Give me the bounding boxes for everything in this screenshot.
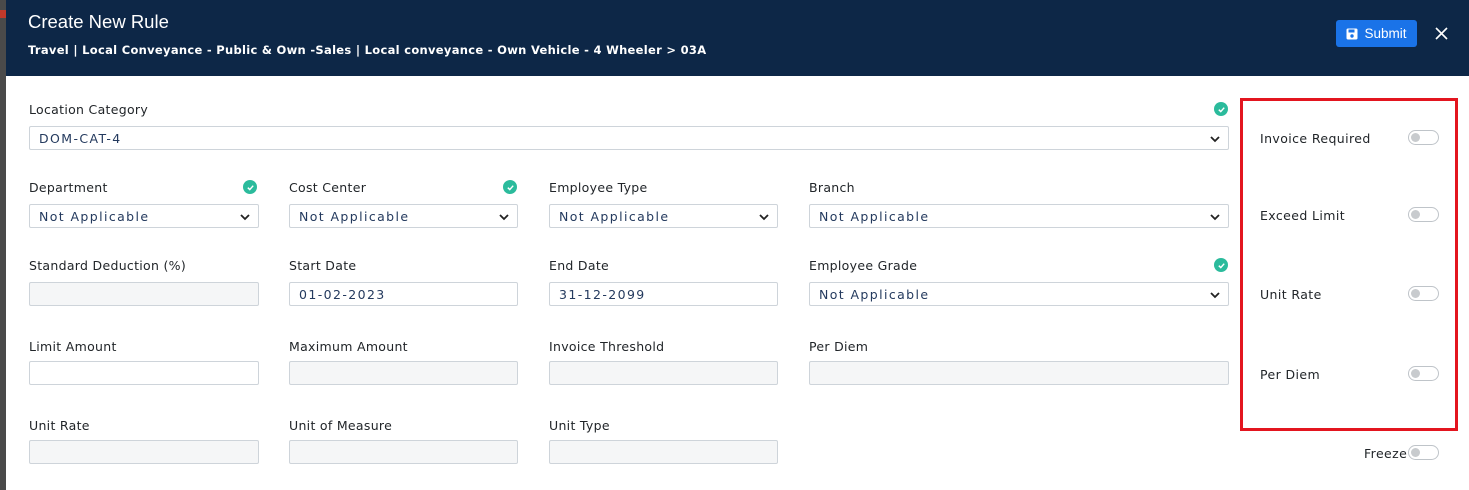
standard-deduction-label: Standard Deduction (%)	[29, 258, 187, 273]
unit-rate-toggle[interactable]	[1408, 286, 1439, 301]
unit-of-measure-label: Unit of Measure	[289, 418, 393, 433]
toggle-knob	[1411, 133, 1420, 142]
employee-type-value: Not Applicable	[559, 208, 670, 224]
submit-button[interactable]: Submit	[1336, 20, 1417, 47]
location-category-label: Location Category	[29, 102, 149, 117]
cost-center-label: Cost Center	[289, 180, 367, 195]
invoice-threshold-label: Invoice Threshold	[549, 339, 665, 354]
toggle-knob	[1411, 448, 1420, 457]
per-diem-toggle[interactable]	[1408, 366, 1439, 381]
rule-breadcrumb: Travel | Local Conveyance - Public & Own…	[28, 43, 707, 57]
employee-type-select[interactable]: Not Applicable	[549, 204, 778, 228]
department-label: Department	[29, 180, 108, 195]
per-diem-toggle-label: Per Diem	[1260, 367, 1321, 382]
start-date-input[interactable]: 01-02-2023	[289, 282, 518, 306]
submit-label: Submit	[1364, 26, 1407, 41]
branch-value: Not Applicable	[819, 208, 930, 224]
per-diem-label: Per Diem	[809, 339, 869, 354]
close-button[interactable]	[1430, 21, 1452, 45]
unit-type-label: Unit Type	[549, 418, 610, 433]
location-category-value: DOM-CAT-4	[39, 130, 122, 146]
modal-header: Create New Rule Travel | Local Conveyanc…	[6, 0, 1469, 76]
location-category-check-icon	[1214, 102, 1228, 116]
department-check-icon	[243, 180, 257, 194]
employee-grade-check-icon	[1214, 258, 1228, 272]
cost-center-value: Not Applicable	[299, 208, 410, 224]
employee-grade-label: Employee Grade	[809, 258, 918, 273]
chevron-down-icon	[1210, 136, 1220, 143]
start-date-value: 01-02-2023	[299, 286, 386, 302]
freeze-label: Freeze	[1364, 446, 1408, 461]
end-date-input[interactable]: 31-12-2099	[549, 282, 778, 306]
toggle-knob	[1411, 369, 1420, 378]
standard-deduction-input[interactable]	[29, 282, 259, 306]
invoice-required-label: Invoice Required	[1260, 131, 1371, 146]
chevron-down-icon	[759, 214, 769, 221]
cost-center-check-icon	[503, 180, 517, 194]
cost-center-select[interactable]: Not Applicable	[289, 204, 518, 228]
maximum-amount-label: Maximum Amount	[289, 339, 408, 354]
department-select[interactable]: Not Applicable	[29, 204, 259, 228]
employee-type-label: Employee Type	[549, 180, 648, 195]
unit-rate-toggle-label: Unit Rate	[1260, 287, 1322, 302]
maximum-amount-input[interactable]	[289, 361, 518, 385]
toggle-knob	[1411, 210, 1420, 219]
unit-rate-input[interactable]	[29, 440, 259, 464]
unit-rate-label: Unit Rate	[29, 418, 90, 433]
exceed-limit-label: Exceed Limit	[1260, 208, 1346, 223]
employee-grade-value: Not Applicable	[819, 286, 930, 302]
per-diem-input[interactable]	[809, 361, 1229, 385]
exceed-limit-toggle[interactable]	[1408, 207, 1439, 222]
limit-amount-label: Limit Amount	[29, 339, 117, 354]
chevron-down-icon	[1210, 214, 1220, 221]
invoice-threshold-input[interactable]	[549, 361, 778, 385]
location-category-select[interactable]: DOM-CAT-4	[29, 126, 1229, 150]
employee-grade-select[interactable]: Not Applicable	[809, 282, 1229, 306]
limit-amount-input[interactable]	[29, 361, 259, 385]
chevron-down-icon	[240, 214, 250, 221]
branch-select[interactable]: Not Applicable	[809, 204, 1229, 228]
close-icon	[1434, 26, 1448, 40]
chevron-down-icon	[1210, 292, 1220, 299]
start-date-label: Start Date	[289, 258, 357, 273]
unit-of-measure-input[interactable]	[289, 440, 518, 464]
end-date-label: End Date	[549, 258, 610, 273]
branch-label: Branch	[809, 180, 855, 195]
invoice-required-toggle[interactable]	[1408, 130, 1439, 145]
save-icon	[1346, 28, 1358, 39]
chevron-down-icon	[499, 214, 509, 221]
department-value: Not Applicable	[39, 208, 150, 224]
end-date-value: 31-12-2099	[559, 286, 646, 302]
freeze-toggle[interactable]	[1408, 445, 1439, 460]
unit-type-input[interactable]	[549, 440, 778, 464]
modal-title: Create New Rule	[28, 11, 169, 32]
toggle-knob	[1411, 289, 1420, 298]
